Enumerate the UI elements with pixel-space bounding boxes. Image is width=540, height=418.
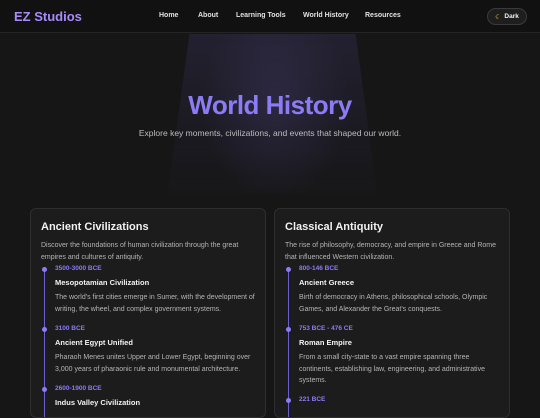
nav-link-world-history[interactable]: World History bbox=[303, 12, 349, 19]
entry-text: Birth of democracy in Athens, philosophi… bbox=[299, 294, 488, 313]
card-title: Classical Antiquity bbox=[285, 221, 384, 233]
entry-title: Mesopotamian Civilization bbox=[55, 278, 150, 287]
entry-title: Indus Valley Civilization bbox=[55, 398, 141, 407]
timeline-entry: 2600-1900 BCE Indus Valley Civilization bbox=[42, 385, 261, 407]
entry-date: 753 BCE - 476 CE bbox=[299, 325, 353, 332]
nav-link-learning-tools[interactable]: Learning Tools bbox=[236, 12, 286, 19]
timeline-entry: 800-146 BCE Ancient Greece Birth of demo… bbox=[286, 265, 505, 315]
entry-title: Ancient Greece bbox=[299, 278, 355, 287]
card-description: The rise of philosophy, democracy, and e… bbox=[285, 242, 497, 261]
entry-date: 800-146 BCE bbox=[299, 265, 339, 272]
top-navbar: EZ Studios Home About Learning Tools Wor… bbox=[0, 0, 540, 33]
timeline-dot bbox=[42, 387, 47, 392]
entry-text: The world's first cities emerge in Sumer… bbox=[55, 294, 255, 313]
timeline-entry: 221 BCE bbox=[286, 396, 505, 403]
page-subtitle: Explore key moments, civilizations, and … bbox=[138, 128, 402, 138]
entry-date: 3100 BCE bbox=[55, 325, 85, 332]
timeline-entry: 3500-3000 BCE Mesopotamian Civilization … bbox=[42, 265, 261, 315]
timeline-dot bbox=[42, 327, 47, 332]
timeline-dot bbox=[286, 327, 291, 332]
timeline-entry: 753 BCE - 476 CE Roman Empire From a sma… bbox=[286, 325, 505, 387]
entry-title: Ancient Egypt Unified bbox=[55, 338, 133, 347]
card-description: Discover the foundations of human civili… bbox=[41, 242, 239, 261]
nav-link-about[interactable]: About bbox=[198, 12, 218, 19]
nav-link-resources[interactable]: Resources bbox=[365, 12, 401, 19]
timeline-dot bbox=[286, 267, 291, 272]
entry-date: 2600-1900 BCE bbox=[55, 385, 102, 392]
entry-text: From a small city-state to a vast empire… bbox=[299, 354, 486, 384]
entry-title: Roman Empire bbox=[299, 338, 352, 347]
entry-text: Pharaoh Menes unites Upper and Lower Egy… bbox=[55, 354, 251, 373]
timeline-dot bbox=[286, 398, 291, 403]
entry-date: 221 BCE bbox=[299, 396, 326, 403]
theme-toggle-label: Dark bbox=[504, 13, 519, 20]
timeline-entry: 3100 BCE Ancient Egypt Unified Pharaoh M… bbox=[42, 325, 261, 375]
timeline-dot bbox=[42, 267, 47, 272]
timeline-line bbox=[44, 267, 45, 417]
moon-icon: ☾ bbox=[495, 13, 502, 21]
card-classical-antiquity: Classical Antiquity The rise of philosop… bbox=[274, 208, 510, 418]
card-ancient-civilizations: Ancient Civilizations Discover the found… bbox=[30, 208, 266, 418]
page-title: World History bbox=[188, 90, 352, 120]
brand-logo[interactable]: EZ Studios bbox=[14, 9, 82, 24]
timeline-line bbox=[288, 267, 289, 417]
hero-section: World History Explore key moments, civil… bbox=[0, 34, 540, 194]
nav-link-home[interactable]: Home bbox=[159, 12, 178, 19]
entry-date: 3500-3000 BCE bbox=[55, 265, 102, 272]
card-title: Ancient Civilizations bbox=[41, 221, 149, 233]
theme-toggle-button[interactable]: ☾ Dark bbox=[487, 8, 527, 25]
